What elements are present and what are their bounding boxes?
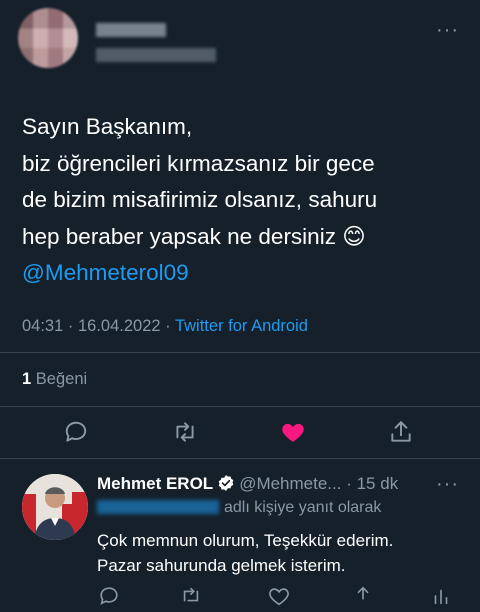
- more-options-icon[interactable]: ···: [436, 20, 459, 40]
- reply-line: Çok memnun olurum, Teşekkür ederim.: [97, 531, 394, 550]
- reply-header: Mehmet EROL @Mehmete... · 15 dk: [97, 474, 398, 494]
- reply-text: Çok memnun olurum, Teşekkür ederim. Paza…: [97, 528, 393, 578]
- meta-separator: ·: [165, 317, 171, 335]
- tweet-time: 04:31: [22, 317, 64, 335]
- analytics-icon: [434, 589, 448, 605]
- replying-to-label: adlı kişiye yanıt olarak: [224, 499, 382, 516]
- reply-author-avatar[interactable]: [22, 474, 88, 540]
- like-button[interactable]: [273, 412, 313, 452]
- replying-to-handle[interactable]: [97, 500, 219, 514]
- tweet-line: Sayın Başkanım,: [22, 114, 193, 139]
- reply-author-handle[interactable]: @Mehmete...: [239, 474, 341, 493]
- reply-button[interactable]: [56, 412, 96, 452]
- like-count-number: 1: [22, 370, 32, 388]
- reply-like-button[interactable]: [268, 585, 290, 606]
- share-icon: [357, 586, 369, 600]
- avatar-photo: [22, 474, 88, 540]
- meta-separator: ·: [67, 317, 74, 335]
- reply-line: Pazar sahurunda gelmek isterim.: [97, 556, 346, 575]
- tweet-text: Sayın Başkanım, biz öğrencileri kırmazsa…: [22, 109, 462, 292]
- reply-icon: [65, 421, 87, 442]
- author-avatar[interactable]: [18, 8, 78, 68]
- mention-link[interactable]: @Mehmeterol09: [22, 255, 462, 292]
- author-name[interactable]: [96, 23, 166, 37]
- divider: [0, 352, 480, 353]
- share-button[interactable]: [381, 412, 421, 452]
- heart-icon: [282, 423, 304, 442]
- verified-icon: [218, 475, 234, 491]
- heart-outline-icon: [269, 588, 289, 606]
- author-handle: [96, 48, 216, 62]
- tweet-source-link[interactable]: Twitter for Android: [175, 317, 308, 335]
- replying-to: adlı kişiye yanıt olarak: [97, 499, 381, 517]
- likes-count[interactable]: 1 Beğeni: [22, 370, 87, 389]
- reply-share-button[interactable]: [352, 585, 374, 605]
- retweet-icon: [183, 587, 199, 602]
- reply-time: · 15 dk: [346, 474, 399, 493]
- share-icon: [391, 421, 411, 442]
- reply-analytics-button[interactable]: [430, 585, 452, 605]
- retweet-icon: [176, 422, 194, 442]
- reply-retweet-button[interactable]: [180, 585, 202, 605]
- tweet-meta: 04:31 · 16.04.2022 · Twitter for Android: [22, 317, 308, 336]
- retweet-button[interactable]: [165, 412, 205, 452]
- tweet-date: 16.04.2022: [77, 317, 161, 335]
- reply-author-name[interactable]: Mehmet EROL: [97, 474, 213, 493]
- tweet-line: hep beraber yapsak ne dersiniz 😊: [22, 223, 366, 249]
- reply-reply-button[interactable]: [98, 585, 120, 605]
- tweet-line: de bizim misafirimiz olsanız, sahuru: [22, 187, 378, 212]
- reply-more-options-icon[interactable]: ···: [436, 474, 459, 494]
- divider: [0, 406, 480, 407]
- reply-icon: [100, 587, 118, 605]
- tweet-line: biz öğrencileri kırmazsanız bir gece: [22, 150, 375, 176]
- like-count-label: Beğeni: [35, 370, 88, 388]
- divider: [0, 458, 480, 459]
